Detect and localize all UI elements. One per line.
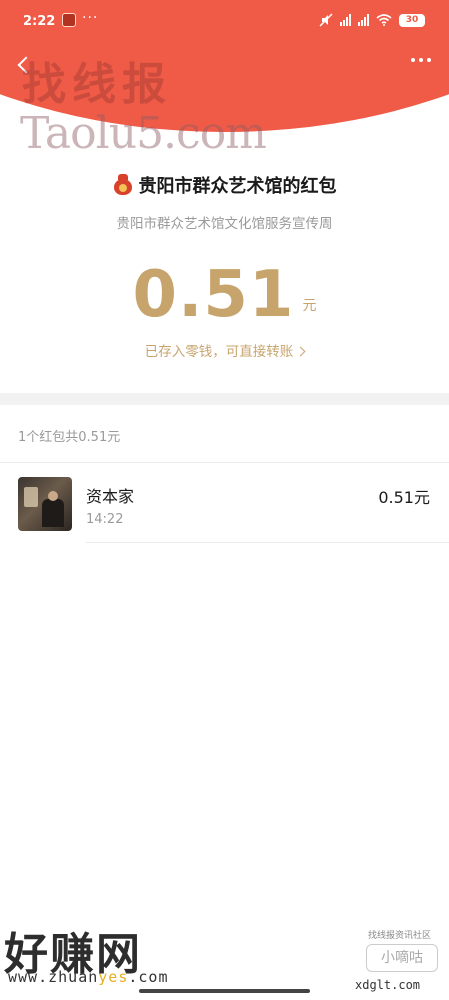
packet-title: 贵阳市群众艺术馆的红包 [0, 172, 449, 198]
saved-to-change-link[interactable]: 已存入零钱，可直接转账 [0, 340, 449, 360]
chevron-right-icon [295, 346, 306, 357]
saved-note-text: 已存入零钱，可直接转账 [144, 344, 294, 360]
amount-unit: 元 [302, 298, 317, 314]
dot-icon [419, 58, 423, 62]
received-time: 14:22 [86, 512, 124, 527]
more-options-button[interactable] [411, 58, 431, 62]
watermark-right-badge: 小嘀咕 [366, 944, 438, 972]
watermark-bottom-url: www.zhuanyes.com [8, 968, 169, 986]
recipient-name: 资本家 [86, 487, 135, 506]
watermark-top-en: Taolu5.com [20, 108, 267, 159]
notification-app-icon [62, 13, 76, 27]
packet-title-text: 贵阳市群众艺术馆的红包 [138, 176, 337, 197]
signal-2-icon [358, 14, 369, 26]
packet-summary: 1个红包共0.51元 [18, 430, 121, 445]
dot-icon [411, 58, 415, 62]
divider [86, 542, 449, 543]
mute-icon [319, 13, 333, 27]
watermark-top-cn: 找线报 [22, 59, 172, 110]
watermark-right-small: 找线报资讯社区 [368, 931, 432, 941]
amount-display: 0.51 元 [0, 258, 449, 332]
received-amount: 0.51元 [378, 488, 430, 507]
status-time: 2:22 [23, 14, 56, 29]
list-item[interactable]: 资本家 14:22 0.51元 [0, 463, 449, 543]
packet-subtitle: 贵阳市群众艺术馆文化馆服务宣传周 [116, 216, 333, 232]
status-right-group: 30 [319, 13, 425, 27]
money-bag-icon [113, 174, 133, 196]
home-indicator[interactable] [139, 989, 310, 993]
battery-icon: 30 [399, 13, 425, 27]
dot-icon [427, 58, 431, 62]
amount-value: 0.51 [132, 258, 295, 332]
watermark-right-url: xdglt.com [355, 978, 421, 992]
status-more-dots: ··· [82, 10, 99, 26]
status-bar: 2:22 ··· 30 [0, 0, 449, 44]
signal-1-icon [340, 14, 351, 26]
wifi-icon [376, 14, 392, 26]
avatar [18, 477, 72, 531]
section-divider [0, 393, 449, 405]
